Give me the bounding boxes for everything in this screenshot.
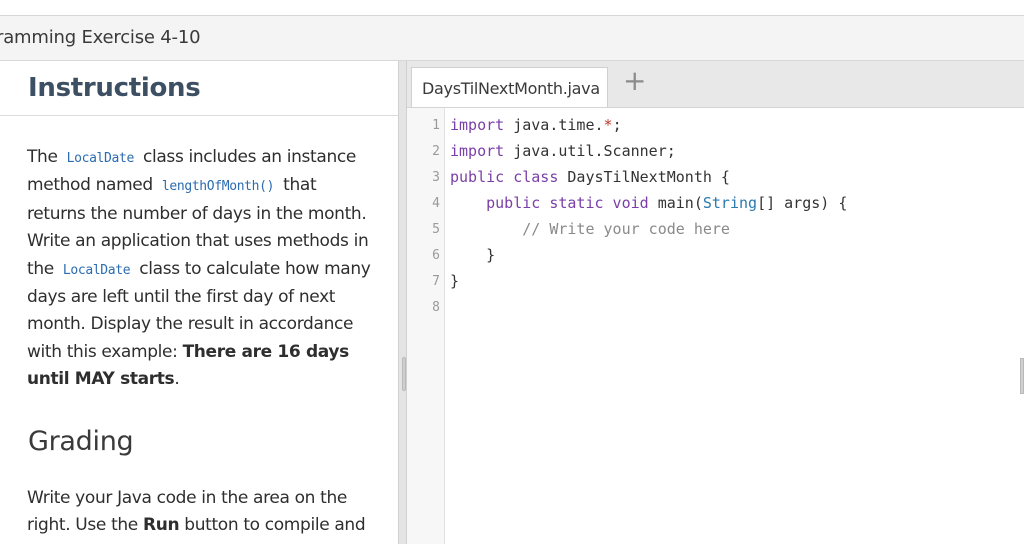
code-lengthofmonth: lengthOfMonth(): [161, 179, 275, 195]
grading-text: Write your Java code in the area on the …: [27, 485, 377, 540]
line-number: 2: [432, 144, 440, 159]
instructions-pane: Instructions The LocalDate class include…: [0, 61, 398, 544]
tab-daystilnextmonth-java[interactable]: DaysTilNextMonth.java: [411, 67, 608, 107]
line-number: 8: [432, 300, 440, 315]
grading-heading: Grading: [28, 426, 134, 457]
exercise-title: ramming Exercise 4-10: [0, 27, 201, 48]
code-line: }: [450, 246, 496, 264]
instructions-header: Instructions: [0, 61, 398, 116]
run-label: Run: [142, 515, 180, 536]
line-number: 1: [432, 118, 440, 133]
line-number: 4: [432, 196, 440, 211]
code-localdate: LocalDate: [66, 151, 135, 166]
code-localdate-2: LocalDate: [62, 262, 131, 278]
code-line: }: [450, 272, 460, 290]
code-token: import: [450, 142, 505, 160]
instructions-text: The LocalDate class includes an instance…: [27, 144, 377, 394]
instructions-text-1: The: [27, 147, 58, 167]
code-token: public static void: [486, 194, 649, 212]
line-number-gutter: 1 2 3 4 5 6 7 8: [407, 108, 445, 544]
line-number: 3: [432, 170, 440, 185]
add-file-icon[interactable]: +: [623, 67, 646, 95]
code-token: public class: [450, 168, 559, 186]
top-strip: [0, 0, 1024, 16]
code-line: // Write your code here: [450, 220, 730, 238]
editor-tab-bar: DaysTilNextMonth.java +: [407, 61, 1024, 108]
tab-label: DaysTilNextMonth.java: [422, 79, 600, 98]
editor-resize-handle[interactable]: [1020, 358, 1024, 394]
code-line: import java.util.Scanner;: [450, 142, 676, 160]
code-line: public static void main(String[] args) {: [486, 194, 848, 212]
code-line: import java.time.*;: [450, 116, 622, 134]
instructions-text-5: .: [174, 369, 180, 390]
code-token: import: [450, 116, 505, 134]
splitter-grip-icon[interactable]: [402, 357, 406, 391]
grading-text-2: button to compile and: [184, 515, 366, 536]
code-editor: DaysTilNextMonth.java + 1 2 3 4 5 6 7 8 …: [407, 61, 1024, 544]
code-token: String: [702, 194, 758, 212]
line-number: 5: [432, 222, 440, 237]
pane-splitter[interactable]: [398, 61, 407, 544]
code-comment: // Write your code here: [522, 220, 730, 238]
exercise-title-bar: ramming Exercise 4-10: [0, 16, 1024, 61]
code-line: public class DaysTilNextMonth {: [450, 168, 730, 186]
line-number: 6: [432, 248, 440, 263]
code-token: *: [603, 116, 613, 134]
instructions-heading: Instructions: [28, 73, 201, 103]
line-number: 7: [432, 274, 440, 289]
